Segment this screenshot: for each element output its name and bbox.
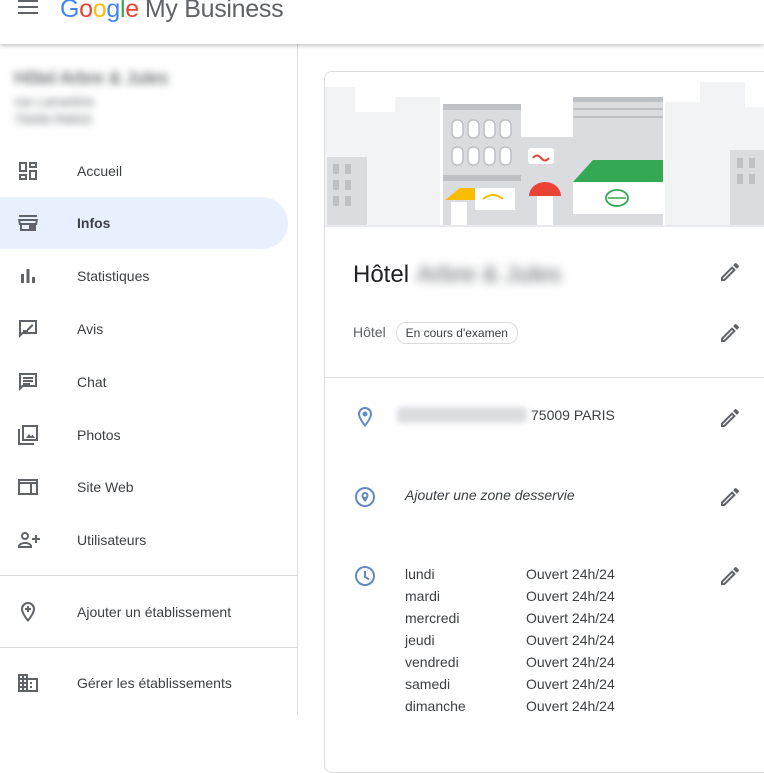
clock-icon xyxy=(355,566,375,586)
address-city: 75009 PARIS xyxy=(531,407,615,423)
hours-row: lundi Ouvert 24h/24 xyxy=(405,566,615,582)
bar-chart-icon xyxy=(21,269,35,283)
add-service-area-link[interactable]: Ajouter une zone desservie xyxy=(405,487,575,503)
hours-value: Ouvert 24h/24 xyxy=(526,588,615,604)
sidebar-item-label: Site Web xyxy=(77,479,134,495)
web-icon xyxy=(18,479,38,495)
hours-value: Ouvert 24h/24 xyxy=(526,632,615,648)
edit-address-icon[interactable] xyxy=(718,406,742,430)
hours-day: vendredi xyxy=(405,654,459,670)
service-area-icon xyxy=(355,487,375,507)
hours-row: jeudi Ouvert 24h/24 xyxy=(405,632,615,648)
business-title: Hôtel Arbre & Jules xyxy=(353,261,561,289)
app-header: Google My Business xyxy=(0,0,764,44)
sidebar-item-label: Statistiques xyxy=(77,268,150,284)
business-title-prefix: Hôtel xyxy=(353,261,410,288)
add-location-button[interactable]: Ajouter un établissement xyxy=(0,586,288,638)
chat-icon xyxy=(19,373,37,391)
status-badge: En cours d'examen xyxy=(395,322,518,344)
hours-row: mardi Ouvert 24h/24 xyxy=(405,588,615,604)
business-name: Hôtel Arbre & Jules xyxy=(14,68,169,88)
hours-row: vendredi Ouvert 24h/24 xyxy=(405,654,615,670)
hours-day: jeudi xyxy=(405,632,435,648)
category-row: Hôtel En cours d'examen xyxy=(353,322,518,344)
sidebar-item-infos[interactable]: Infos xyxy=(0,197,288,249)
hours-value: Ouvert 24h/24 xyxy=(526,566,615,582)
edit-service-area-icon[interactable] xyxy=(718,485,742,509)
sidebar-item-photos[interactable]: Photos xyxy=(0,409,288,461)
sidebar-item-utilisateurs[interactable]: Utilisateurs xyxy=(0,514,288,566)
person-add-icon xyxy=(18,532,40,548)
sidebar-divider xyxy=(0,647,297,648)
business-address-line: 75009 PARIS xyxy=(14,112,92,127)
hours-value: Ouvert 24h/24 xyxy=(526,610,615,626)
hours-value: Ouvert 24h/24 xyxy=(526,698,615,714)
location-pin-icon xyxy=(358,407,372,427)
business-building-icon xyxy=(18,674,38,692)
hours-value: Ouvert 24h/24 xyxy=(526,676,615,692)
business-title-name: Arbre & Jules xyxy=(417,261,562,288)
edit-category-icon[interactable] xyxy=(718,321,742,345)
dashboard-icon xyxy=(19,162,37,180)
edit-hours-icon[interactable] xyxy=(718,564,742,588)
address-street-redacted xyxy=(397,407,527,423)
business-category: Hôtel xyxy=(353,324,386,340)
review-icon xyxy=(19,320,37,338)
product-name: My Business xyxy=(144,0,284,23)
sidebar-item-accueil[interactable]: Accueil xyxy=(0,145,288,197)
hours-row: samedi Ouvert 24h/24 xyxy=(405,676,615,692)
sidebar-item-label: Accueil xyxy=(77,163,123,179)
add-location-icon xyxy=(21,602,35,622)
google-my-business-logo[interactable]: Google My Business xyxy=(60,0,284,24)
business-info-card: Hôtel Arbre & Jules Hôtel En cours d'exam… xyxy=(324,71,764,773)
hours-day: lundi xyxy=(405,566,435,582)
hours-day: mercredi xyxy=(405,610,460,626)
sidebar: Hôtel Arbre & Jules rue Lamartine 75009 … xyxy=(0,44,298,715)
hours-day: mardi xyxy=(405,588,441,604)
sidebar-item-label: Infos xyxy=(77,215,111,231)
business-address-line: rue Lamartine xyxy=(14,94,95,109)
sidebar-item-label: Utilisateurs xyxy=(77,532,147,548)
manage-locations-label: Gérer les établissements xyxy=(77,675,232,691)
sidebar-item-statistiques[interactable]: Statistiques xyxy=(0,250,288,302)
hours-row: dimanche Ouvert 24h/24 xyxy=(405,698,615,714)
storefront-illustration xyxy=(325,72,764,227)
hours-day: dimanche xyxy=(405,698,466,714)
sidebar-item-label: Chat xyxy=(77,374,107,390)
add-location-label: Ajouter un établissement xyxy=(77,604,232,620)
hours-row: mercredi Ouvert 24h/24 xyxy=(405,610,615,626)
sidebar-item-label: Photos xyxy=(77,427,121,443)
hours-value: Ouvert 24h/24 xyxy=(526,654,615,670)
edit-name-icon[interactable] xyxy=(718,260,742,284)
sidebar-item-chat[interactable]: Chat xyxy=(0,356,288,408)
sidebar-item-avis[interactable]: Avis xyxy=(0,303,288,355)
sidebar-item-label: Avis xyxy=(77,321,104,337)
hours-day: samedi xyxy=(405,676,451,692)
store-icon xyxy=(18,215,38,231)
photo-library-icon xyxy=(18,425,38,445)
sidebar-item-site-web[interactable]: Site Web xyxy=(0,461,288,513)
hamburger-menu-icon[interactable] xyxy=(16,0,42,20)
manage-locations-button[interactable]: Gérer les établissements xyxy=(0,657,288,709)
sidebar-divider xyxy=(0,575,297,576)
card-divider xyxy=(325,377,764,378)
